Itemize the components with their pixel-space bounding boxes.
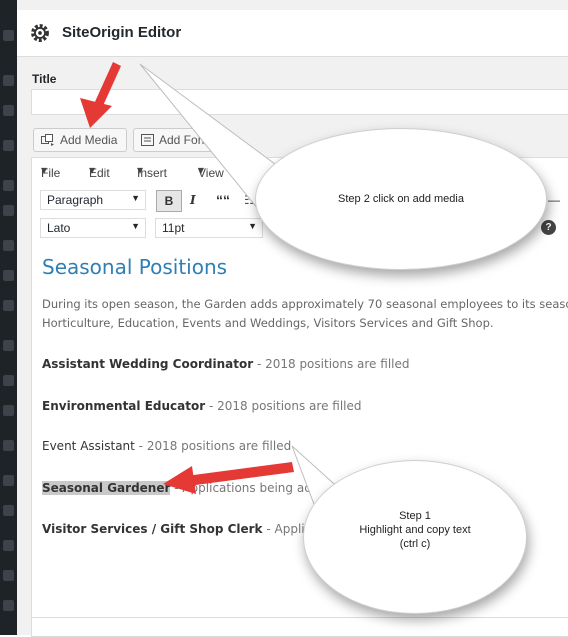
step1-text: Step 1 Highlight and copy text (ctrl c) (304, 509, 526, 551)
step1-line: Step 1 (399, 510, 431, 522)
step1-line: (ctrl c) (399, 538, 431, 550)
step1-callout: Step 1 Highlight and copy text (ctrl c) (303, 460, 527, 614)
arrow-step2 (80, 62, 121, 128)
step1-line: Highlight and copy text (359, 524, 471, 536)
step2-text: Step 2 click on add media (338, 193, 464, 205)
step2-callout: Step 2 click on add media (255, 128, 547, 270)
arrow-step1 (163, 462, 294, 494)
